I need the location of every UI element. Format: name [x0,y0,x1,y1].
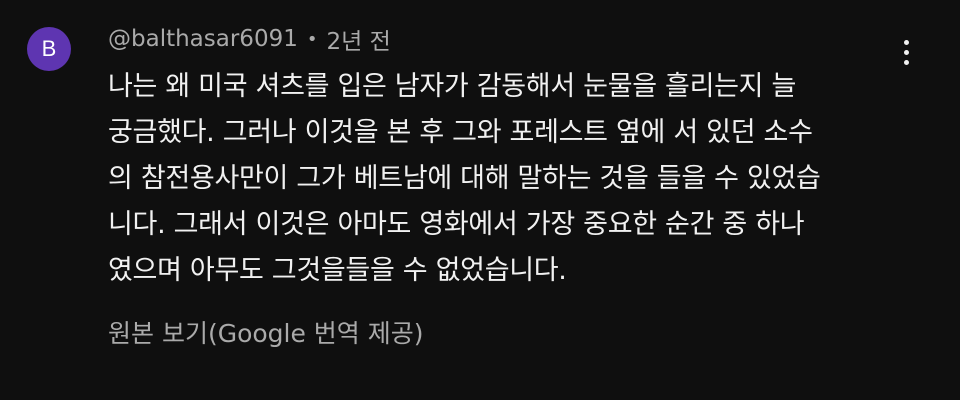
comment-thread: B @balthasar6091 • 2년 전 나는 왜 미국 셔츠를 입은 남… [0,0,960,400]
menu-dot [903,49,909,55]
avatar[interactable]: B [27,27,71,71]
see-original-link[interactable]: 원본 보기(Google 번역 제공) [108,314,424,350]
comment-body-line: 의 참전용사만이 그가 베트남에 대해 말하는 것을 들을 수 있었습 [108,163,821,194]
comment-body-line: 니다. 그래서 이것은 아마도 영화에서 가장 중요한 순간 중 하나 [108,209,805,240]
comment-body: 나는 왜 미국 셔츠를 입은 남자가 감동해서 눈물을 흘리는지 늘 궁금했다.… [108,64,908,294]
more-vert-icon[interactable] [888,30,924,74]
comment-body-line: 궁금했다. 그러나 이것을 본 후 그와 포레스트 옆에 서 있던 소수 [108,117,813,148]
author-name[interactable]: @balthasar6091 [108,26,298,52]
comment-body-line: 나는 왜 미국 셔츠를 입은 남자가 감동해서 눈물을 흘리는지 늘 [108,71,797,102]
comment-body-line: 였으며 아무도 그것을들을 수 없었습니다. [108,255,567,286]
menu-dot [903,39,909,45]
comment-timestamp[interactable]: 2년 전 [326,22,390,56]
menu-dot [903,59,909,65]
comment-header: @balthasar6091 • 2년 전 [108,22,391,56]
separator-dot: • [306,28,318,50]
